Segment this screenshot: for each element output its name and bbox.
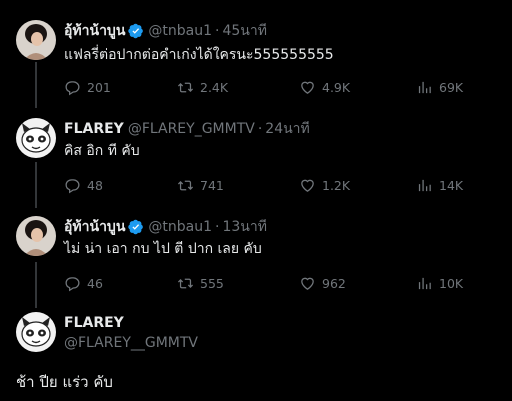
thread-line — [35, 62, 37, 108]
views-button[interactable]: 69K — [416, 77, 463, 97]
reply-button[interactable]: 46 — [64, 273, 103, 293]
display-name[interactable]: FLAREY — [64, 314, 124, 332]
tweet-header: อุ้ท้าน้าบูน @tnbau1 · 13นาที — [64, 218, 267, 236]
tweet-text: ไม่ น่า เอา กบ ไป ตี ปาก เลย คับ — [64, 241, 262, 257]
retweet-icon — [177, 180, 194, 190]
like-button[interactable]: 962 — [299, 273, 346, 293]
like-count: 4.9K — [322, 79, 351, 95]
tweet-actions: 201 2.4K 4.9K 69K — [64, 77, 484, 97]
view-count: 10K — [439, 275, 464, 291]
like-button[interactable]: 4.9K — [299, 77, 350, 97]
retweet-count: 555 — [200, 275, 224, 291]
views-icon — [418, 81, 431, 93]
view-count: 14K — [439, 177, 464, 193]
view-count: 69K — [439, 79, 464, 95]
like-count: 962 — [322, 275, 346, 291]
like-icon — [301, 277, 314, 290]
tweet-header: อุ้ท้าน้าบูน @tnbau1 · 45นาที — [64, 22, 267, 40]
handle[interactable]: @FLAREY__GMMTV — [64, 334, 198, 352]
like-icon — [301, 81, 314, 94]
separator-dot: · — [215, 219, 220, 235]
timestamp[interactable]: 13นาที — [222, 218, 266, 236]
avatar[interactable] — [16, 20, 56, 60]
display-name[interactable]: อุ้ท้าน้าบูน — [64, 22, 125, 40]
retweet-count: 2.4K — [200, 79, 229, 95]
tweet-actions: 48 741 1.2K 14K — [64, 175, 484, 195]
handle[interactable]: @tnbau1 — [148, 218, 212, 236]
views-button[interactable]: 10K — [416, 273, 463, 293]
verified-badge-icon — [128, 219, 144, 235]
like-icon — [301, 179, 314, 192]
reply-count: 46 — [87, 275, 103, 291]
avatar[interactable] — [16, 216, 56, 256]
views-button[interactable]: 14K — [416, 175, 463, 195]
retweet-icon — [177, 278, 194, 288]
tweet-text: คิส อิก ที คับ — [64, 143, 140, 159]
tweet-text: แฟลรี่ต่อปากต่อคำเก่งได้ใครนะ555555555 — [64, 47, 334, 63]
timestamp[interactable]: 45นาที — [222, 22, 266, 40]
handle[interactable]: @FLAREY_GMMTV — [128, 120, 255, 138]
retweet-button[interactable]: 2.4K — [177, 77, 228, 97]
handle[interactable]: @tnbau1 — [148, 22, 212, 40]
reply-icon — [65, 276, 80, 291]
verified-badge-icon — [128, 23, 144, 39]
reply-count: 48 — [87, 177, 103, 193]
display-name[interactable]: FLAREY — [64, 120, 124, 138]
thread-line — [35, 262, 37, 308]
separator-dot: · — [215, 23, 220, 39]
reply-count: 201 — [87, 79, 111, 95]
like-button[interactable]: 1.2K — [299, 175, 350, 195]
reply-button[interactable]: 201 — [64, 77, 111, 97]
views-icon — [418, 179, 431, 191]
separator-dot: · — [257, 121, 263, 137]
views-icon — [418, 277, 431, 289]
thread-line — [35, 162, 37, 208]
display-name[interactable]: อุ้ท้าน้าบูน — [64, 218, 125, 236]
retweet-count: 741 — [200, 177, 224, 193]
tweet-header: FLAREY @FLAREY_GMMTV · 24นาที — [64, 120, 310, 138]
retweet-button[interactable]: 741 — [177, 175, 224, 195]
retweet-icon — [177, 82, 194, 92]
timestamp[interactable]: 24นาที — [265, 120, 309, 138]
avatar[interactable] — [16, 312, 56, 352]
reply-icon — [65, 178, 80, 193]
reply-icon — [65, 80, 80, 95]
reply-button[interactable]: 48 — [64, 175, 103, 195]
tweet-text: ช้า ปีย แร่ว คับ — [16, 373, 113, 391]
avatar[interactable] — [16, 118, 56, 158]
retweet-button[interactable]: 555 — [177, 273, 224, 293]
tweet-actions: 46 555 962 10K — [64, 273, 484, 293]
like-count: 1.2K — [322, 177, 351, 193]
